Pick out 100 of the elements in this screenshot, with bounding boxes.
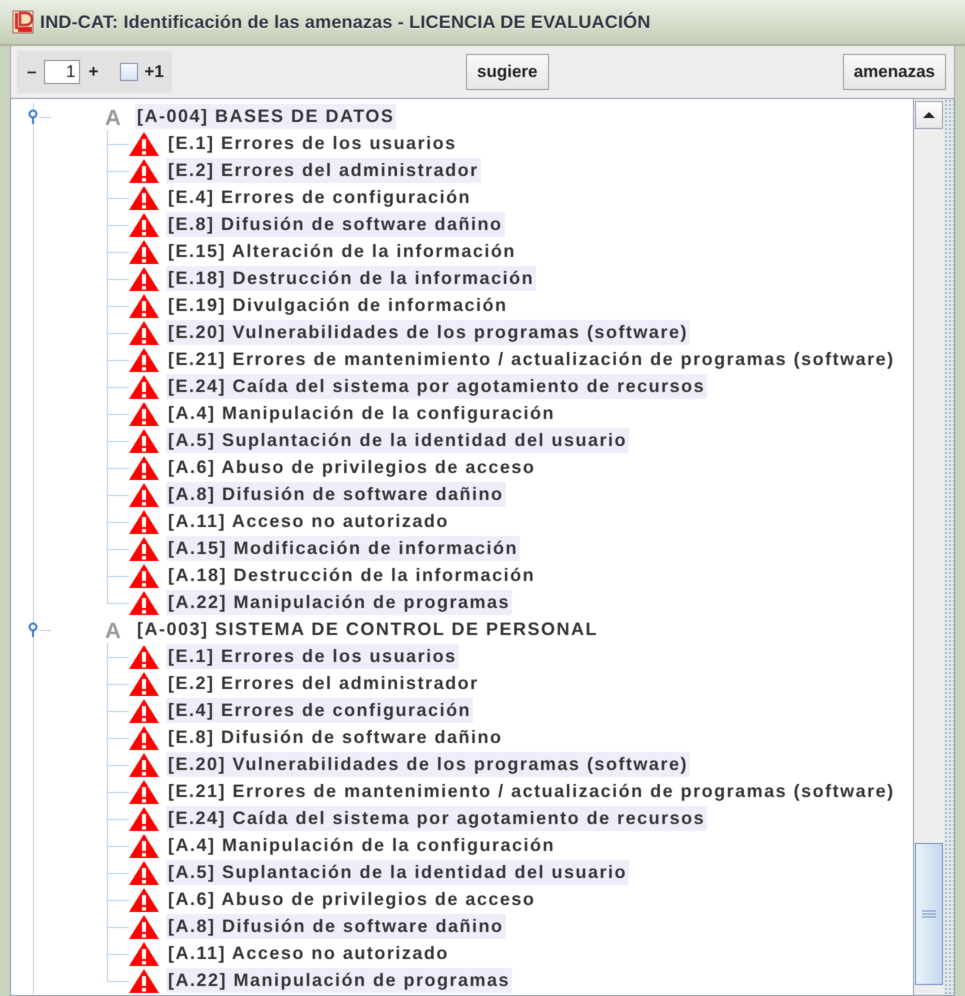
tree-branch-line: [107, 265, 129, 292]
warning-icon: [128, 590, 160, 616]
threat-node[interactable]: [A.11] Acceso no autorizado: [166, 509, 451, 534]
grip-icon: [922, 910, 936, 918]
app-logo-icon: [12, 10, 34, 34]
warning-icon: [128, 698, 160, 724]
checkbox[interactable]: [120, 63, 138, 81]
threat-node[interactable]: [A.4] Manipulación de la configuración: [166, 833, 558, 858]
threat-node[interactable]: [E.4] Errores de configuración: [166, 698, 474, 723]
decrement-button[interactable]: –: [25, 62, 38, 82]
threat-node[interactable]: [A.22] Manipulación de programas: [166, 590, 512, 615]
warning-icon: [128, 454, 160, 480]
asset-node[interactable]: [A-003] SISTEMA DE CONTROL DE PERSONAL: [135, 617, 600, 642]
threats-button[interactable]: amenazas: [842, 54, 946, 90]
threat-node[interactable]: [A.15] Modificación de información: [166, 536, 520, 561]
increment-button[interactable]: +: [86, 62, 100, 82]
tree-branch-line: [107, 400, 129, 427]
warning-icon: [128, 832, 160, 858]
warning-icon: [128, 374, 160, 400]
warning-icon: [128, 860, 160, 886]
threat-node[interactable]: [E.18] Destrucción de la información: [166, 266, 536, 291]
threat-node[interactable]: [A.4] Manipulación de la configuración: [166, 401, 558, 426]
threat-node[interactable]: [A.11] Acceso no autorizado: [166, 941, 451, 966]
threat-node[interactable]: [E.21] Errores de mantenimiento / actualización de programas (software): [166, 779, 897, 804]
tree-branch-line: [107, 832, 129, 859]
threat-node[interactable]: [E.1] Errores de los usuarios: [166, 131, 459, 156]
expand-handle-icon[interactable]: [27, 622, 39, 638]
threat-node[interactable]: [A.8] Difusión de software dañino: [166, 914, 506, 939]
warning-icon: [128, 482, 160, 508]
tree-branch-line: [107, 130, 129, 157]
tree-branch-line: [107, 211, 129, 238]
warning-icon: [128, 778, 160, 804]
tree-branch-line: [107, 535, 129, 562]
tree-branch-line: [107, 454, 129, 481]
warning-icon: [128, 752, 160, 778]
threat-node[interactable]: [E.15] Alteración de la información: [166, 239, 518, 264]
threat-node[interactable]: [E.8] Difusión de software dañino: [166, 212, 505, 237]
threat-node[interactable]: [A.6] Abuso de privilegios de acceso: [166, 887, 538, 912]
warning-icon: [128, 292, 160, 318]
warning-icon: [128, 968, 160, 994]
tree-branch-line: [107, 238, 129, 265]
tree-branch-line: [107, 913, 129, 940]
scroll-up-icon[interactable]: [922, 111, 936, 119]
warning-icon: [128, 940, 160, 966]
tree-branch-line: [107, 508, 129, 535]
warning-icon: [128, 130, 160, 156]
tree-branch-line: [107, 292, 129, 319]
tree-branch-line: [107, 562, 129, 589]
warning-icon: [128, 914, 160, 940]
tree-branch-line: [107, 427, 129, 454]
warning-icon: [128, 724, 160, 750]
threat-node[interactable]: [E.24] Caída del sistema por agotamiento de recursos: [166, 806, 708, 831]
expand-handle-icon[interactable]: [27, 108, 39, 124]
asset-letter-icon: A: [105, 618, 125, 644]
threat-node[interactable]: [A.5] Suplantación de la identidad del usuario: [166, 428, 630, 453]
threat-node[interactable]: [E.1] Errores de los usuarios: [166, 644, 459, 669]
asset-letter-icon: A: [105, 105, 125, 131]
tree-branch-line: [107, 778, 129, 805]
tree-branch-line: [107, 751, 129, 778]
warning-icon: [128, 320, 160, 346]
tree-branch-line: [107, 184, 129, 211]
threat-node[interactable]: [E.24] Caída del sistema por agotamiento de recursos: [166, 374, 708, 399]
threat-node[interactable]: [E.2] Errores del administrador: [166, 158, 481, 183]
warning-icon: [128, 644, 160, 670]
threat-node[interactable]: [A.5] Suplantación de la identidad del usuario: [166, 860, 630, 885]
threat-node[interactable]: [E.20] Vulnerabilidades de los programas (software): [166, 320, 690, 345]
warning-icon: [128, 266, 160, 292]
threat-node[interactable]: [E.21] Errores de mantenimiento / actualización de programas (software): [166, 347, 897, 372]
asset-node[interactable]: [A-004] BASES DE DATOS: [135, 104, 396, 129]
level-field[interactable]: 1: [44, 60, 80, 84]
warning-icon: [128, 886, 160, 912]
tree-branch-line: [107, 805, 129, 832]
warning-icon: [128, 346, 160, 372]
warning-icon: [128, 238, 160, 264]
tree-branch-line: [107, 481, 129, 508]
warning-icon: [128, 184, 160, 210]
threat-node[interactable]: [E.2] Errores del administrador: [166, 671, 481, 696]
warning-icon: [128, 158, 160, 184]
tree-branch-line: [107, 643, 129, 670]
threat-node[interactable]: [A.8] Difusión de software dañino: [166, 482, 506, 507]
threat-node[interactable]: [E.20] Vulnerabilidades de los programas (software): [166, 752, 690, 777]
suggest-button[interactable]: sugiere: [466, 54, 548, 90]
vertical-scrollbar[interactable]: [913, 99, 944, 995]
tree-branch-line: [107, 697, 129, 724]
warning-icon: [128, 212, 160, 238]
threat-node[interactable]: [A.18] Destrucción de la información: [166, 563, 538, 588]
threat-node[interactable]: [A.6] Abuso de privilegios de acceso: [166, 455, 538, 480]
threat-node[interactable]: [A.22] Manipulación de programas: [166, 968, 512, 993]
warning-icon: [128, 806, 160, 832]
tree-branch-line: [107, 886, 129, 913]
threat-node[interactable]: [E.4] Errores de configuración: [166, 185, 474, 210]
warning-icon: [128, 508, 160, 534]
tree-branch-line: [107, 940, 129, 967]
tree-branch-line: [107, 670, 129, 697]
threat-node[interactable]: [E.8] Difusión de software dañino: [166, 725, 505, 750]
scroll-thumb[interactable]: [915, 843, 943, 985]
warning-icon: [128, 562, 160, 588]
tree-branch-line: [107, 859, 129, 886]
warning-icon: [128, 400, 160, 426]
threat-node[interactable]: [E.19] Divulgación de información: [166, 293, 510, 318]
